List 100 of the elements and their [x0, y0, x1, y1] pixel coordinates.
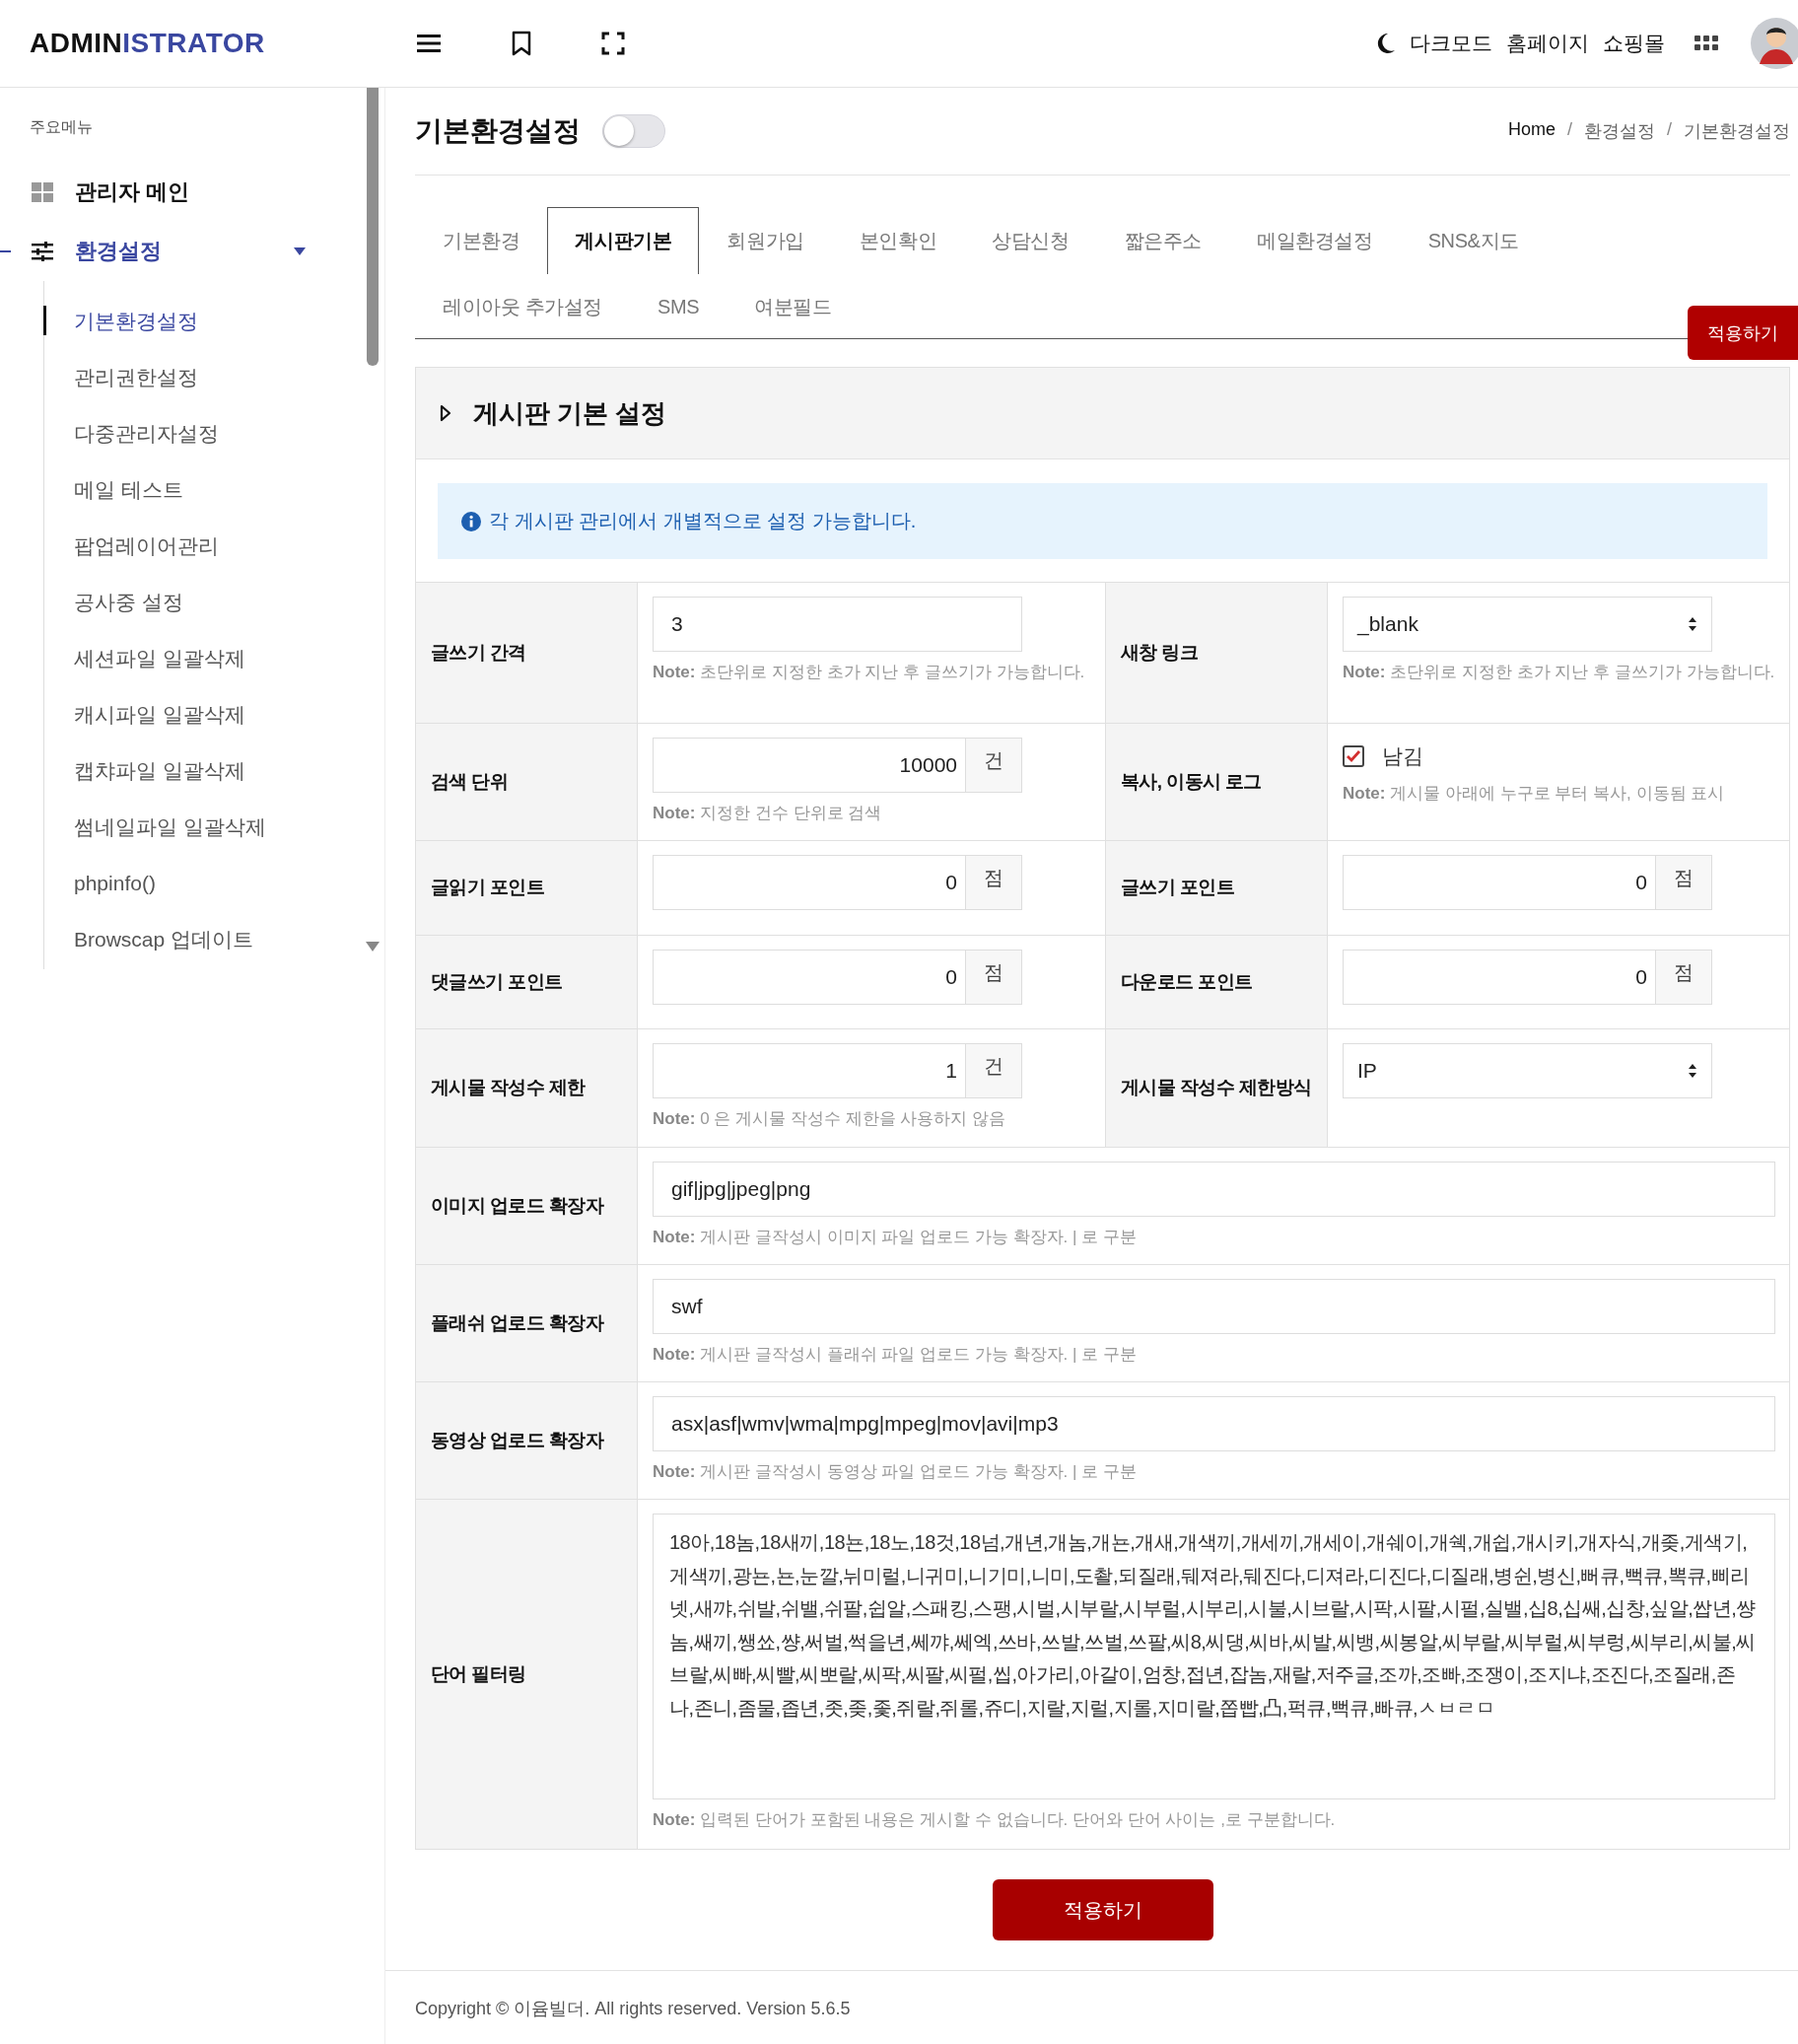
breadcrumb-separator: / [1566, 119, 1572, 141]
logo[interactable]: ADMINISTRATOR [30, 28, 404, 59]
submenu-item[interactable]: 다중관리자설정 [44, 405, 350, 461]
section-label: 주요메뉴 [29, 117, 94, 137]
field-label: 글읽기 포인트 [416, 841, 638, 935]
note-text: Note: 초단위로 지정한 초가 지난 후 글쓰기가 가능합니다. [653, 662, 1086, 683]
grid-icon [32, 182, 53, 202]
breadcrumb-link[interactable]: 환경설정 [1584, 119, 1655, 143]
fullscreen-icon[interactable] [601, 32, 625, 55]
field-label: 이미지 업로드 확장자 [416, 1148, 638, 1264]
menu-item[interactable]: 관리자 메인 [0, 163, 306, 222]
note-text: Note: 초단위로 지정한 초가 지난 후 글쓰기가 가능합니다. [1343, 662, 1775, 683]
text-field[interactable]: asx|asf|wmv|wma|mpg|mpeg|mov|avi|mp3 [653, 1396, 1775, 1451]
scroll-down-icon[interactable] [366, 942, 380, 952]
copyright-text: Copyright © 이윰빌더. All rights reserved. Version 5.6.5 [415, 1999, 851, 2018]
field-label: 게시물 작성수 제한방식 [1106, 1029, 1328, 1147]
check-icon [1346, 749, 1361, 763]
header-link[interactable]: 홈페이지 [1506, 30, 1589, 57]
submenu-item[interactable]: 캡챠파일 일괄삭제 [44, 742, 350, 799]
tab[interactable]: 메일환경설정 [1229, 207, 1401, 274]
checkbox[interactable] [1343, 745, 1364, 767]
unit-label: 점 [966, 950, 1022, 1005]
scrollbar[interactable] [367, 88, 379, 366]
number-field[interactable]: 0 [653, 855, 966, 910]
field-label: 검색 단위 [416, 724, 638, 840]
submenu-item[interactable]: 세션파일 일괄삭제 [44, 630, 350, 686]
unit-label: 점 [1656, 855, 1712, 910]
breadcrumb-link[interactable]: 기본환경설정 [1684, 119, 1790, 143]
tab[interactable]: SNS&지도 [1400, 207, 1547, 274]
toggle-switch[interactable] [602, 114, 665, 148]
text-area[interactable]: 18아,18놈,18새끼,18뇬,18노,18것,18넘,개년,개놈,개뇬,개새,개색끼,개세끼,개세이,개쉐이,개쉑,개쉽,개시키,개자식,개좆,게색기,게색끼,광뇬,뇬,눈깔,뉘미럴,니귀미,니기미,니미,도촬,되질래,뒈져라,뒈진다,디져라,디진다,디질래,병쉰,병신,뻐큐,뻑큐,뽁큐,삐리넷,새꺄,쉬발,쉬밸,쉬팔,쉽알,스패킹,스팽,시벌,시부랄,시부럴,시부리,시불,시브랄,시팍,시팔,시펄,실밸,십8,십쌔,십창,싶알,쌉년,썅놈,쌔끼,쌩쑈,썅,써벌,썩을년,쎄꺄,쎄엑,쓰바,쓰발,쓰벌,쓰팔,씨8,씨댕,씨바,씨발,씨뱅,씨봉알,씨부랄,씨부럴,씨부렁,씨부리,씨불,씨브랄,씨빠,씨빨,씨뽀랄,씨팍,씨팔,씨펄,씹,아가리,아갈이,엄창,접년,잡놈,재랄,저주글,조까,조빠,조쟁이,조지냐,조진다,조질래,존나,존니,좀물,좁년,좃,좆,좇,쥐랄,쥐롤,쥬디,지랄,지럴,지롤,지미랄,쫍빱,凸,퍽큐,뻑큐,빠큐,ㅅㅂㄹㅁ [653, 1514, 1775, 1799]
bookmark-icon[interactable] [511, 31, 532, 56]
select-field[interactable]: _blank [1343, 597, 1712, 652]
submenu-item[interactable]: Browscap 업데이트 [44, 911, 350, 967]
text-field[interactable]: 3 [653, 597, 1022, 652]
field-label: 댓글쓰기 포인트 [416, 936, 638, 1028]
note-text: Note: 0 은 게시물 작성수 제한을 사용하지 않음 [653, 1108, 1006, 1130]
tab[interactable]: 여분필드 [726, 274, 860, 338]
header-link[interactable]: 쇼핑몰 [1603, 30, 1665, 57]
unit-label: 건 [966, 1043, 1022, 1098]
avatar[interactable] [1750, 17, 1798, 70]
tab[interactable]: 본인확인 [831, 207, 965, 274]
select-field[interactable]: IP [1343, 1043, 1712, 1098]
submenu-item[interactable]: 썸네일파일 일괄삭제 [44, 799, 350, 855]
submenu-item[interactable]: 캐시파일 일괄삭제 [44, 686, 350, 742]
field-label: 단어 필터링 [416, 1500, 638, 1849]
submenu-item[interactable]: 관리권한설정 [44, 349, 350, 405]
tab[interactable]: 회원가입 [699, 207, 832, 274]
note-text: Note: 게시판 글작성시 이미지 파일 업로드 가능 확장자. | 로 구분 [653, 1227, 1138, 1248]
submenu-item[interactable]: phpinfo() [44, 855, 350, 911]
updown-icon [1688, 1063, 1697, 1079]
apps-icon[interactable] [1694, 35, 1718, 52]
tab[interactable]: 기본환경 [415, 207, 548, 274]
submenu-item[interactable]: 팝업레이어관리 [44, 518, 350, 574]
number-field[interactable]: 1 [653, 1043, 966, 1098]
expand-triangle-icon[interactable] [440, 404, 451, 422]
number-field[interactable]: 0 [1343, 950, 1656, 1005]
updown-icon [1688, 616, 1697, 632]
text-field[interactable]: gif|jpg|jpeg|png [653, 1162, 1775, 1217]
tab[interactable]: 게시판기본 [547, 207, 700, 274]
field-label: 복사, 이동시 로그 [1106, 724, 1328, 840]
menu-item[interactable]: 환경설정 [0, 222, 306, 281]
note-text: Note: 입력된 단어가 포함된 내용은 게시할 수 없습니다. 단어와 단어 사이는 ,로 구분합니다. [653, 1809, 1337, 1831]
tab[interactable]: SMS [629, 274, 727, 338]
submenu-item[interactable]: 공사중 설정 [44, 574, 350, 630]
tab[interactable]: 상담신청 [964, 207, 1097, 274]
number-field[interactable]: 10000 [653, 738, 966, 793]
submenu-item[interactable]: 메일 테스트 [44, 461, 350, 518]
note-text: Note: 지정한 건수 단위로 검색 [653, 803, 883, 824]
field-label: 새창 링크 [1106, 583, 1328, 723]
sliders-icon [32, 242, 53, 261]
breadcrumb-link[interactable]: Home [1507, 119, 1556, 143]
tab[interactable]: 레이아웃 추가설정 [415, 274, 630, 338]
header-link[interactable]: 다크모드 [1410, 30, 1492, 57]
info-icon [461, 511, 481, 531]
checkbox-label[interactable]: 남김 [1382, 742, 1423, 770]
breadcrumb-separator: / [1667, 119, 1672, 141]
text-field[interactable]: swf [653, 1279, 1775, 1334]
apply-button[interactable]: 적용하기 [1688, 306, 1798, 360]
menu-icon[interactable] [416, 33, 442, 54]
field-label: 글쓰기 포인트 [1106, 841, 1328, 935]
tab[interactable]: 짧은주소 [1096, 207, 1230, 274]
number-field[interactable]: 0 [1343, 855, 1656, 910]
info-text: 각 게시판 관리에서 개별적으로 설정 가능합니다. [489, 509, 917, 533]
field-label: 다운로드 포인트 [1106, 936, 1328, 1028]
field-label: 글쓰기 간격 [416, 583, 638, 723]
unit-label: 점 [966, 855, 1022, 910]
apply-button[interactable]: 적용하기 [992, 1879, 1213, 1940]
field-label: 동영상 업로드 확장자 [416, 1382, 638, 1499]
note-text: Note: 게시물 아래에 누구로 부터 복사, 이동됨 표시 [1343, 783, 1726, 805]
field-label: 게시물 작성수 제한 [416, 1029, 638, 1147]
submenu-item[interactable]: 기본환경설정 [44, 293, 350, 349]
note-text: Note: 게시판 글작성시 플래쉬 파일 업로드 가능 확장자. | 로 구분 [653, 1344, 1138, 1366]
section-title: 게시판 기본 설정 [473, 396, 667, 430]
unit-label: 점 [1656, 950, 1712, 1005]
field-label: 플래쉬 업로드 확장자 [416, 1265, 638, 1381]
number-field[interactable]: 0 [653, 950, 966, 1005]
note-text: Note: 게시판 글작성시 동영상 파일 업로드 가능 확장자. | 로 구분 [653, 1461, 1138, 1483]
page-title: 기본환경설정 [415, 114, 581, 148]
unit-label: 건 [966, 738, 1022, 793]
